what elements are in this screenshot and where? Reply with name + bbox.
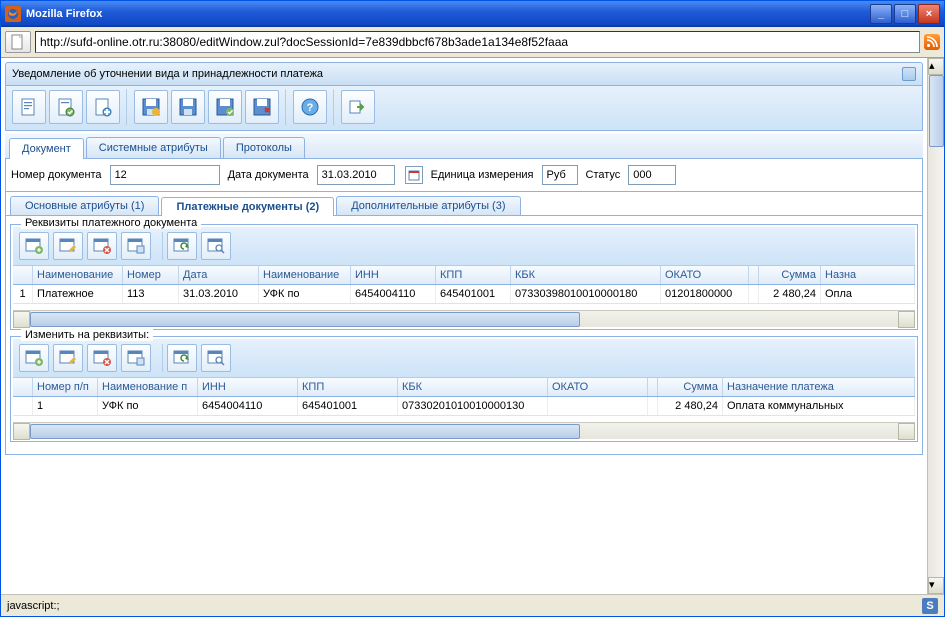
tb-help[interactable]: ? xyxy=(293,90,327,124)
g1-hdr-stub[interactable] xyxy=(749,266,759,284)
g1-hdr-purpose[interactable]: Назна xyxy=(821,266,915,284)
g1-hdr-name1[interactable]: Наименование xyxy=(33,266,123,284)
fieldset-change-to: Изменить на реквизиты: Номер п/п Наимен xyxy=(10,336,918,442)
main-tabs: Документ Системные атрибуты Протоколы xyxy=(5,133,923,159)
tb-doc3[interactable] xyxy=(86,90,120,124)
g2-hdr-stub[interactable] xyxy=(13,378,33,396)
subtab-extra-attrs[interactable]: Дополнительные атрибуты (3) xyxy=(336,196,520,215)
status-input[interactable] xyxy=(628,165,676,185)
status-bar: javascript:; S xyxy=(1,594,944,616)
g2-search[interactable] xyxy=(201,344,231,372)
subtab-payment-docs[interactable]: Платежные документы (2) xyxy=(161,197,334,216)
g1-copy[interactable] xyxy=(121,232,151,260)
tb-save4[interactable] xyxy=(245,90,279,124)
g2-hscroll[interactable] xyxy=(13,422,915,439)
g1-edit[interactable] xyxy=(53,232,83,260)
g2-hdr-sum[interactable]: Сумма xyxy=(658,378,723,396)
g2-hdr-okato[interactable]: ОКАТО xyxy=(548,378,648,396)
date-input[interactable] xyxy=(317,165,395,185)
status-text: javascript:; xyxy=(7,600,60,612)
page-vscroll[interactable]: ▴ ▾ xyxy=(927,58,944,594)
g1-refresh[interactable] xyxy=(167,232,197,260)
g1-header: Наименование Номер Дата Наименование ИНН… xyxy=(13,266,915,285)
unit-input[interactable] xyxy=(542,165,578,185)
rss-icon[interactable] xyxy=(924,34,940,50)
g1-hdr-rownum[interactable] xyxy=(13,266,33,284)
minimize-button[interactable]: _ xyxy=(870,4,892,24)
g2-hdr-name[interactable]: Наименование п xyxy=(98,378,198,396)
window-title: Mozilla Firefox xyxy=(26,8,870,20)
browser-toolbar xyxy=(1,27,944,58)
g2-hdr-kbk[interactable]: КБК xyxy=(398,378,548,396)
legend-2: Изменить на реквизиты: xyxy=(21,329,153,341)
tb-doc1[interactable] xyxy=(12,90,46,124)
g2-hdr-inn[interactable]: ИНН xyxy=(198,378,298,396)
g2-edit[interactable] xyxy=(53,344,83,372)
sub-tabs: Основные атрибуты (1) Платежные документ… xyxy=(5,192,923,216)
tab-system-attrs[interactable]: Системные атрибуты xyxy=(86,137,221,158)
docnum-input[interactable] xyxy=(110,165,220,185)
g2-copy[interactable] xyxy=(121,344,151,372)
g1-hdr-okato[interactable]: ОКАТО xyxy=(661,266,749,284)
svg-text:?: ? xyxy=(307,102,314,114)
date-label: Дата документа xyxy=(228,169,309,181)
g1-row[interactable]: 1 Платежное 113 31.03.2010 УФК по 645400… xyxy=(13,285,915,304)
tb-save2[interactable] xyxy=(171,90,205,124)
tb-doc2[interactable] xyxy=(49,90,83,124)
status-icon[interactable]: S xyxy=(922,598,938,614)
collapse-icon[interactable] xyxy=(902,67,916,81)
g1-hdr-kbk[interactable]: КБК xyxy=(511,266,661,284)
form-row: Номер документа Дата документа Единица и… xyxy=(5,159,923,192)
fieldset-payment-doc: Реквизиты платежного документа Наименова… xyxy=(10,224,918,330)
address-bar[interactable] xyxy=(35,31,920,53)
tb-save3[interactable] xyxy=(208,90,242,124)
g1-hdr-sum[interactable]: Сумма xyxy=(759,266,821,284)
g2-hdr-e[interactable] xyxy=(648,378,658,396)
g2-delete[interactable] xyxy=(87,344,117,372)
main-toolbar: ? xyxy=(5,86,923,131)
g2-hdr-kpp[interactable]: КПП xyxy=(298,378,398,396)
g2-row[interactable]: 1 УФК по 6454004110 645401001 0733020101… xyxy=(13,397,915,416)
close-button[interactable]: × xyxy=(918,4,940,24)
tb-save1[interactable] xyxy=(134,90,168,124)
g1-add[interactable] xyxy=(19,232,49,260)
window-titlebar: Mozilla Firefox _ □ × xyxy=(1,1,944,27)
docnum-label: Номер документа xyxy=(11,169,102,181)
g1-search[interactable] xyxy=(201,232,231,260)
g2-hdr-num[interactable]: Номер п/п xyxy=(33,378,98,396)
g2-add[interactable] xyxy=(19,344,49,372)
tab-protocols[interactable]: Протоколы xyxy=(223,137,305,158)
g2-hdr-purpose[interactable]: Назначение платежа xyxy=(723,378,915,396)
maximize-button[interactable]: □ xyxy=(894,4,916,24)
status-label: Статус xyxy=(586,169,621,181)
g1-hdr-date[interactable]: Дата xyxy=(179,266,259,284)
g1-hdr-name2[interactable]: Наименование xyxy=(259,266,351,284)
g1-hdr-kpp[interactable]: КПП xyxy=(436,266,511,284)
g2-header: Номер п/п Наименование п ИНН КПП КБК ОКА… xyxy=(13,378,915,397)
tb-export[interactable] xyxy=(341,90,375,124)
g1-delete[interactable] xyxy=(87,232,117,260)
g2-refresh[interactable] xyxy=(167,344,197,372)
unit-label: Единица измерения xyxy=(431,169,534,181)
panel-header: Уведомление об уточнении вида и принадле… xyxy=(5,62,923,86)
g1-hscroll[interactable] xyxy=(13,310,915,327)
subtab-main-attrs[interactable]: Основные атрибуты (1) xyxy=(10,196,159,215)
doc-icon[interactable] xyxy=(5,31,31,53)
g1-hdr-inn[interactable]: ИНН xyxy=(351,266,436,284)
legend-1: Реквизиты платежного документа xyxy=(21,217,201,229)
g1-hdr-num[interactable]: Номер xyxy=(123,266,179,284)
tab-document[interactable]: Документ xyxy=(9,138,84,159)
calendar-icon[interactable] xyxy=(405,166,423,184)
firefox-icon xyxy=(5,6,21,22)
panel-title: Уведомление об уточнении вида и принадле… xyxy=(12,68,323,80)
